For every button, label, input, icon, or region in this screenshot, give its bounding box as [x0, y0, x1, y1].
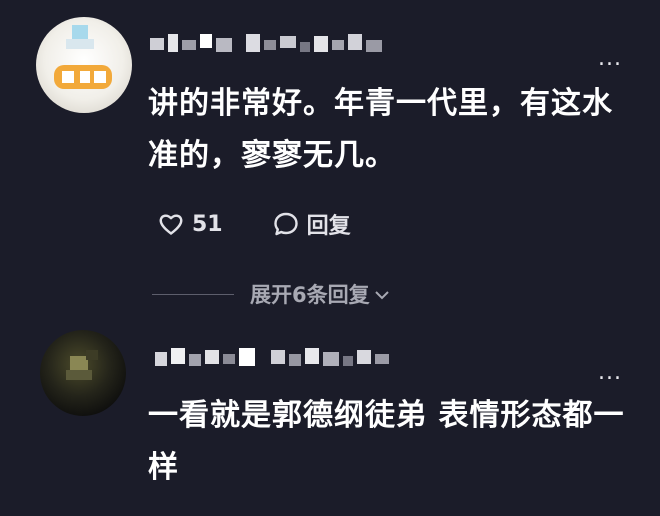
expand-replies-label: 展开6条回复 [250, 283, 370, 307]
like-count: 51 [192, 211, 223, 237]
like-button[interactable]: 51 [158, 212, 223, 237]
avatar-pixel-block [72, 25, 88, 39]
avatar-pixel-block [80, 71, 90, 83]
expand-replies-row: 展开6条回复 [152, 280, 390, 308]
heart-outline-icon [158, 212, 184, 236]
divider-line [152, 293, 234, 295]
user-avatar[interactable] [36, 17, 132, 113]
comment-actions: 51 回复 [158, 208, 351, 240]
avatar-pixel-block [66, 370, 92, 380]
expand-replies-button[interactable]: 展开6条回复 [250, 279, 390, 309]
avatar-pixel-block [94, 71, 106, 83]
user-avatar[interactable] [40, 330, 126, 416]
username-blurred[interactable] [150, 34, 390, 56]
avatar-pixel-block [62, 71, 74, 83]
more-options-button[interactable]: ... [598, 48, 622, 70]
chevron-down-icon [370, 282, 390, 306]
username-blurred[interactable] [155, 348, 395, 370]
reply-label: 回复 [306, 214, 351, 239]
avatar-pixel-block [66, 39, 94, 49]
reply-button[interactable]: 回复 [273, 208, 351, 240]
comment-text: 一看就是郭德纲徒弟 表情形态都一样 [148, 398, 625, 485]
chat-bubble-icon [273, 211, 299, 237]
comment-list: ... 讲的非常好。年青一代里，有这水准的，寥寥无几。 51 回复 展开6条回复… [0, 0, 660, 516]
comment-text: 讲的非常好。年青一代里，有这水准的，寥寥无几。 [148, 86, 613, 173]
more-options-button[interactable]: ... [598, 362, 622, 384]
avatar-pixel-block [86, 350, 98, 360]
